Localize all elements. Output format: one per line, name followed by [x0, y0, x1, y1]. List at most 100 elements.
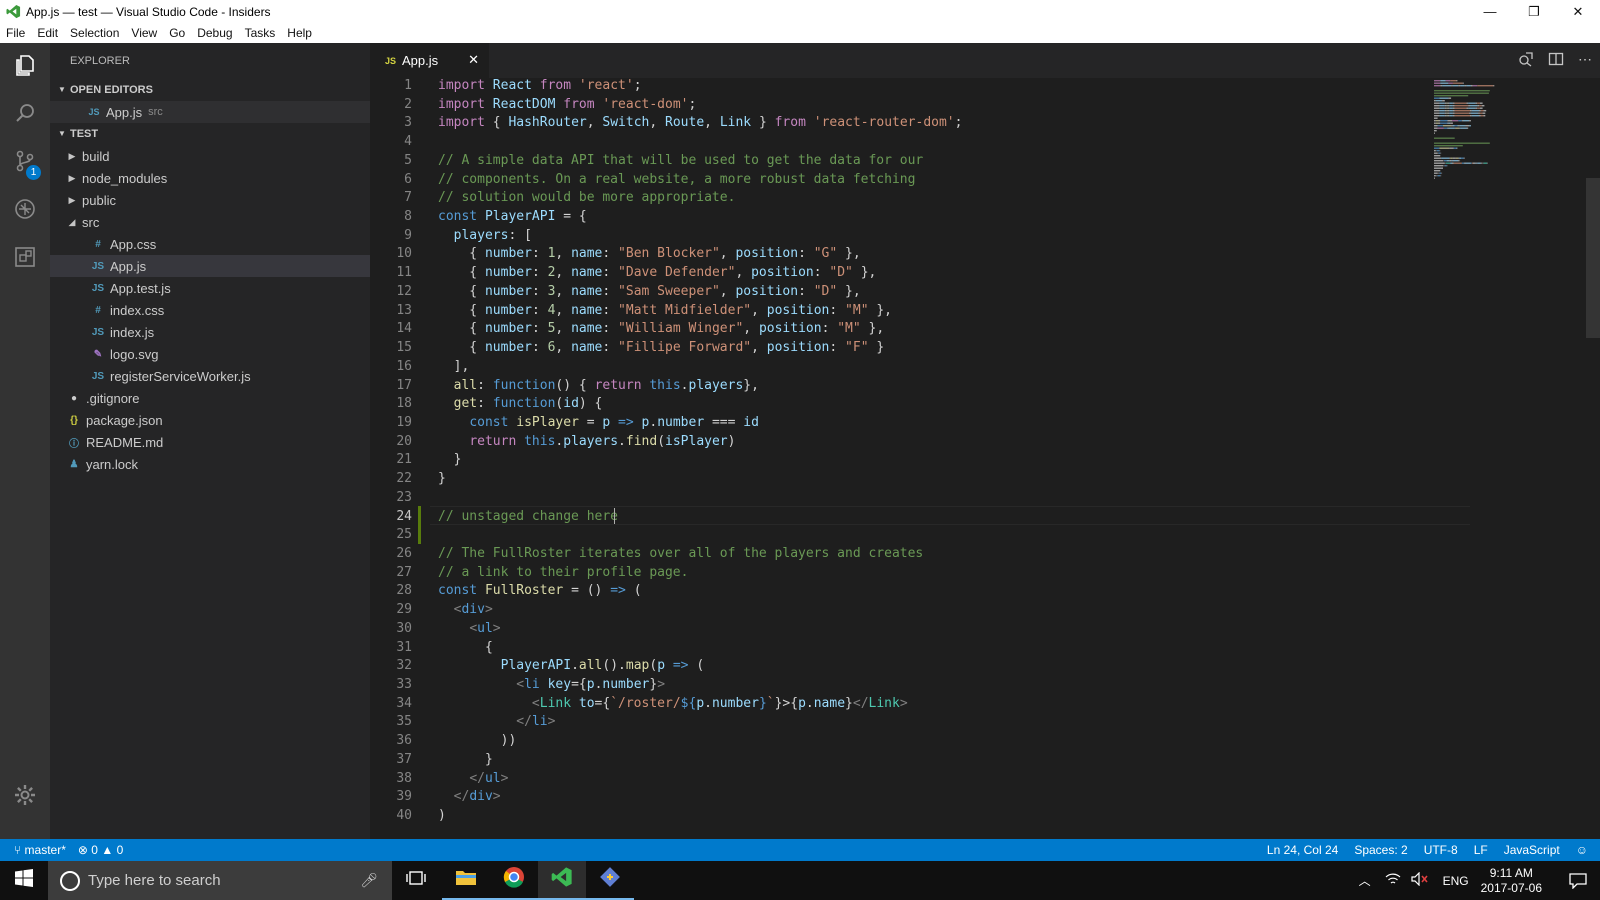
- feedback-smiley-icon[interactable]: ☺: [1576, 843, 1588, 857]
- chevron-up-icon[interactable]: ︿: [1359, 872, 1371, 889]
- manage-activity[interactable]: [0, 773, 50, 821]
- line-source: <div>: [438, 600, 493, 619]
- tree-folder[interactable]: ▶ node_modules: [50, 167, 370, 189]
- menu-tasks[interactable]: Tasks: [239, 26, 282, 40]
- code-token: >: [547, 714, 556, 730]
- action-center-icon[interactable]: [1556, 872, 1600, 889]
- tree-file[interactable]: JS registerServiceWorker.js: [50, 365, 370, 387]
- code-token: :: [477, 396, 493, 412]
- menu-edit[interactable]: Edit: [31, 26, 64, 40]
- tree-folder[interactable]: ◢ src: [50, 211, 370, 233]
- tree-folder[interactable]: ▶ build: [50, 145, 370, 167]
- tab-app-js[interactable]: JS App.js ✕: [370, 43, 489, 78]
- code-token: Link: [539, 695, 579, 711]
- code-token: div: [461, 602, 485, 618]
- menu-go[interactable]: Go: [163, 26, 191, 40]
- start-button[interactable]: [0, 861, 48, 900]
- menu-help[interactable]: Help: [281, 26, 318, 40]
- code-token: this: [524, 433, 556, 449]
- input-language[interactable]: ENG: [1443, 874, 1469, 888]
- code-token: 'react': [578, 78, 634, 93]
- branch-status[interactable]: ⑂ master*: [14, 843, 66, 857]
- code-token: ,: [735, 265, 752, 281]
- debug-activity[interactable]: [0, 187, 50, 235]
- menu-file[interactable]: File: [0, 26, 31, 40]
- code-line: 18 get: function(id) {: [370, 394, 1470, 413]
- explorer-activity[interactable]: [0, 43, 50, 91]
- more-actions-icon[interactable]: ⋯: [1578, 51, 1592, 70]
- file-explorer-taskbar-button[interactable]: [442, 861, 490, 900]
- code-token: 'react-dom': [602, 96, 689, 112]
- line-source: )): [438, 731, 517, 750]
- code-editor[interactable]: 1 import React from 'react'; 2 import React…: [370, 78, 1600, 839]
- extensions-activity[interactable]: [0, 235, 50, 283]
- tree-folder[interactable]: ▶ public: [50, 189, 370, 211]
- source-control-activity[interactable]: 1: [0, 139, 50, 187]
- eol-status[interactable]: LF: [1474, 843, 1488, 857]
- minimize-button[interactable]: —: [1468, 0, 1512, 23]
- editor-actions: ⋯: [1518, 51, 1592, 70]
- taskbar-clock[interactable]: 9:11 AM 2017-07-06: [1481, 866, 1542, 896]
- split-editor-icon[interactable]: [1548, 51, 1564, 70]
- tree-file[interactable]: JS index.js: [50, 321, 370, 343]
- file-type-icon: ♟: [69, 458, 79, 470]
- vscode-taskbar-button[interactable]: [538, 861, 586, 900]
- code-token: p: [602, 414, 619, 430]
- task-view-button[interactable]: [392, 861, 440, 900]
- menu-view[interactable]: View: [125, 26, 163, 40]
- code-token: = (): [571, 583, 611, 599]
- line-number: 40: [396, 808, 412, 824]
- code-line: 40): [370, 806, 1470, 825]
- menu-debug[interactable]: Debug: [191, 26, 238, 40]
- cursor-position[interactable]: Ln 24, Col 24: [1267, 843, 1338, 857]
- folder-header-test[interactable]: ▼ TEST: [50, 123, 370, 145]
- line-number: 23: [396, 489, 412, 505]
- code-line: 7 // solution would be more appropriate.: [370, 188, 1470, 207]
- code-token: // a link to their profile page.: [438, 564, 689, 580]
- search-activity[interactable]: [0, 91, 50, 139]
- open-editor-item[interactable]: JS App.js src: [50, 101, 370, 123]
- git-gui-taskbar-button[interactable]: [586, 861, 634, 900]
- code-token: = {: [563, 209, 587, 225]
- code-token: all: [453, 377, 478, 393]
- taskbar-search-box[interactable]: Type here to search 🎤︎: [48, 861, 392, 900]
- code-token: return: [594, 377, 650, 393]
- open-editors-header[interactable]: ▼ OPEN EDITORS: [50, 79, 370, 101]
- line-number: 6: [404, 171, 412, 187]
- vertical-scrollbar[interactable]: [1586, 178, 1600, 338]
- code-token: (: [696, 658, 705, 674]
- code-token: ,: [649, 115, 666, 131]
- code-token: ;: [954, 115, 963, 131]
- code-token: div: [469, 789, 493, 805]
- language-mode[interactable]: JavaScript: [1504, 843, 1560, 857]
- code-token: :: [602, 265, 619, 281]
- menu-selection[interactable]: Selection: [64, 26, 125, 40]
- wifi-icon[interactable]: [1385, 872, 1401, 889]
- chrome-taskbar-button[interactable]: [490, 861, 538, 900]
- line-number: 29: [396, 602, 412, 618]
- indentation-status[interactable]: Spaces: 2: [1354, 843, 1407, 857]
- tree-item-label: package.json: [86, 412, 163, 428]
- minimap[interactable]: [1432, 78, 1562, 338]
- code-token: ): [438, 808, 446, 824]
- tree-file[interactable]: JS App.test.js: [50, 277, 370, 299]
- tree-file[interactable]: ♟ yarn.lock: [50, 453, 370, 475]
- maximize-button[interactable]: ❐: [1512, 0, 1556, 23]
- task-view-icon: [406, 870, 426, 891]
- tree-file[interactable]: ⓘ README.md: [50, 431, 370, 453]
- tree-file[interactable]: {} package.json: [50, 409, 370, 431]
- tree-file[interactable]: ✎ logo.svg: [50, 343, 370, 365]
- tree-file[interactable]: # index.css: [50, 299, 370, 321]
- open-changes-icon[interactable]: [1518, 51, 1534, 70]
- encoding-status[interactable]: UTF-8: [1424, 843, 1458, 857]
- tree-file[interactable]: ● .gitignore: [50, 387, 370, 409]
- tree-file[interactable]: # App.css: [50, 233, 370, 255]
- code-token: ): [727, 433, 736, 449]
- close-window-button[interactable]: ✕: [1556, 0, 1600, 23]
- microphone-icon[interactable]: 🎤︎: [360, 872, 378, 889]
- close-tab-button[interactable]: ✕: [468, 52, 479, 68]
- tree-file[interactable]: JS App.js: [50, 255, 370, 277]
- problems-status[interactable]: ⊗ 0 ▲ 0: [78, 843, 123, 857]
- speaker-muted-icon[interactable]: [1410, 871, 1429, 889]
